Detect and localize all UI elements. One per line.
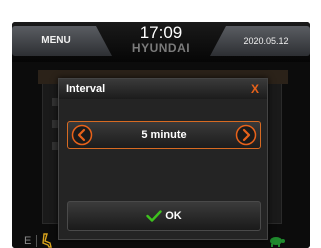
footer-divider [36,235,37,247]
wrench-icon [42,233,52,248]
check-icon [146,210,162,222]
date-display: 2020.05.12 [243,36,289,46]
ok-label: OK [165,210,182,222]
clock-time: 17:09 [139,23,183,42]
dialog-title-bar: Interval X [59,79,267,99]
interval-dialog: Interval X 5 minute OK [58,78,268,240]
chevron-right-icon[interactable] [235,124,257,146]
turtle-icon [270,237,285,247]
chevron-left-icon[interactable] [71,124,93,146]
brand-logo: HYUNDAI [131,41,191,55]
dialog-title: Interval [66,83,106,95]
interval-value: 5 minute [141,129,187,141]
footer-mode-label: E [24,235,32,247]
display-screen: MENU 17:09 HYUNDAI 2020.05.12 E Interval… [12,22,310,248]
menu-button[interactable]: MENU [12,26,100,56]
close-button[interactable]: X [248,79,262,99]
ok-button[interactable]: OK [67,201,261,231]
ok-button-content: OK [68,202,260,230]
device-frame: MENU 17:09 HYUNDAI 2020.05.12 E Interval… [0,0,321,248]
interval-stepper: 5 minute [67,121,261,149]
header-bar: MENU 17:09 HYUNDAI 2020.05.12 [12,22,310,62]
